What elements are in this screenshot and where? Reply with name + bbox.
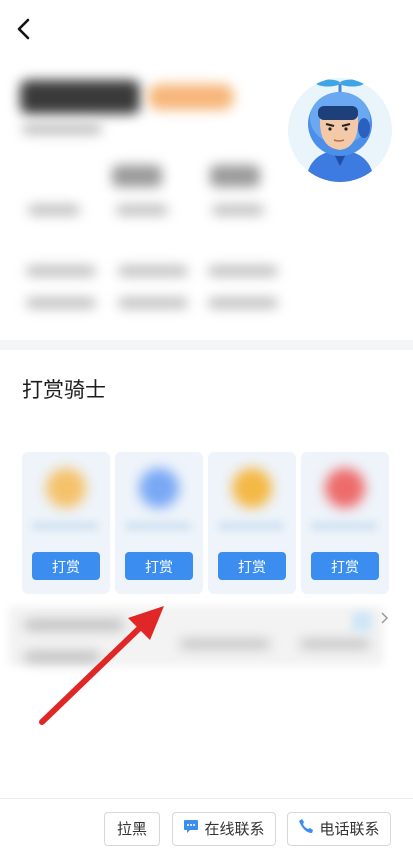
rider-detail-blurred [26, 266, 96, 276]
rider-subtitle-blurred [22, 124, 102, 134]
rider-detail-blurred [118, 266, 188, 276]
phone-contact-button[interactable]: 电话联系 [287, 812, 391, 846]
tip-amount-blurred [218, 522, 284, 530]
tip-section-title: 打赏骑士 [22, 379, 106, 402]
tip-button[interactable]: 打赏 [32, 552, 100, 580]
tip-button[interactable]: 打赏 [125, 552, 193, 580]
chat-bubble-icon [183, 813, 199, 847]
phone-icon [298, 813, 314, 847]
rider-stat-label-blurred [212, 205, 264, 215]
block-button[interactable]: 拉黑 [104, 812, 160, 846]
rider-detail-blurred [208, 266, 278, 276]
rider-tag-blurred [148, 84, 234, 110]
rider-detail-blurred [26, 298, 96, 308]
rider-detail-blurred [118, 298, 188, 308]
tip-gift-icon [232, 468, 272, 508]
tip-amount-blurred [32, 522, 98, 530]
chevron-left-icon [17, 18, 30, 40]
online-contact-button[interactable]: 在线联系 [172, 812, 276, 846]
back-button[interactable] [10, 14, 38, 44]
rider-name-blurred [20, 80, 140, 114]
tip-gift-icon [139, 468, 179, 508]
rider-stat-blurred [112, 165, 162, 187]
rider-stat-label-blurred [116, 205, 168, 215]
bottom-divider [0, 798, 413, 799]
service-info-text-blurred [180, 640, 270, 648]
chevron-right-icon [381, 612, 389, 627]
rider-stat-blurred [210, 165, 260, 187]
rider-avatar [288, 78, 392, 182]
tip-amount-blurred [125, 522, 191, 530]
tip-amount-blurred [311, 522, 377, 530]
tip-button[interactable]: 打赏 [311, 552, 379, 580]
tip-gift-icon [46, 468, 86, 508]
section-divider [0, 340, 413, 350]
annotation-arrow [39, 606, 164, 725]
service-info-text-blurred [300, 640, 370, 648]
service-info-icon-blurred [352, 612, 372, 632]
tip-button[interactable]: 打赏 [218, 552, 286, 580]
rider-detail-blurred [208, 298, 278, 308]
tip-gift-icon [325, 468, 365, 508]
rider-stat-label-blurred [28, 205, 80, 215]
